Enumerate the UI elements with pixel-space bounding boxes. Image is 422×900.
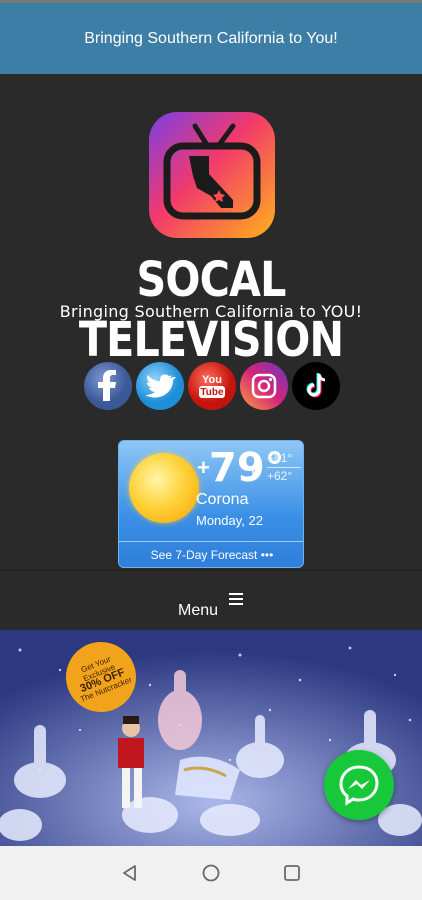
menu-label[interactable]: Menu — [178, 602, 218, 620]
svg-text:You: You — [202, 374, 222, 386]
site-tagline: Bringing Southern California to YOU! — [59, 302, 363, 321]
svg-text:Tube: Tube — [200, 387, 224, 398]
instagram-icon[interactable] — [239, 361, 289, 411]
twitter-icon[interactable] — [135, 361, 185, 411]
social-links: You Tube — [83, 361, 343, 411]
temperature-unit: F — [251, 467, 260, 483]
high-temperature: +81° — [267, 451, 293, 465]
home-icon[interactable] — [201, 863, 221, 883]
hamburger-icon[interactable] — [229, 593, 243, 605]
temperature-sign: + — [197, 455, 210, 480]
low-temperature: +62° — [267, 469, 293, 483]
top-banner-text: Bringing Southern California to You! — [84, 29, 338, 47]
youtube-icon[interactable]: You Tube — [187, 361, 237, 411]
weather-city: Corona — [196, 491, 249, 508]
weather-date: Monday, 22 — [196, 513, 263, 528]
facebook-icon[interactable] — [83, 361, 133, 411]
messenger-chat-button[interactable] — [324, 750, 394, 820]
seven-day-forecast-link[interactable]: See 7-Day Forecast ••• — [119, 541, 303, 567]
back-icon[interactable] — [120, 863, 140, 883]
system-navigation-bar — [0, 846, 422, 900]
top-banner: Bringing Southern California to You! — [0, 0, 422, 74]
messenger-icon — [339, 765, 379, 806]
tiktok-icon[interactable] — [291, 361, 341, 411]
socal-tv-logo[interactable] — [149, 112, 275, 238]
menu-bar[interactable]: Menu — [0, 570, 422, 630]
weather-widget[interactable]: + 79° F +81° +62° Corona Monday, 22 See … — [118, 440, 304, 568]
hi-lo-divider — [267, 467, 301, 468]
recents-icon[interactable] — [282, 863, 302, 883]
sun-icon — [129, 453, 199, 523]
